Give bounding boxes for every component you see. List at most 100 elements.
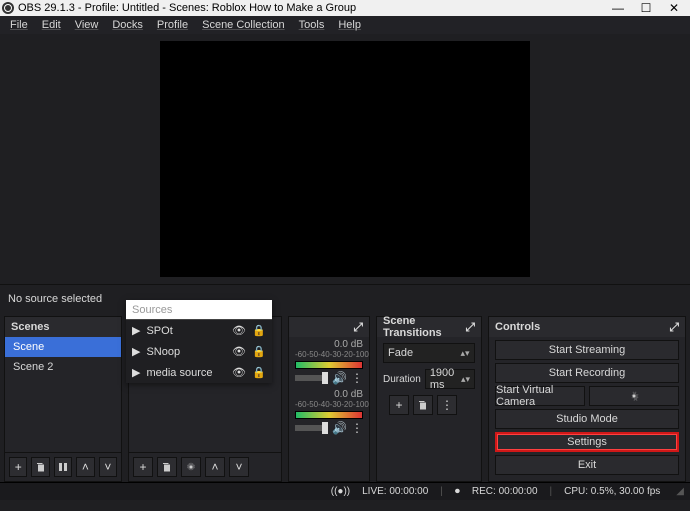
scene-item[interactable]: Scene <box>5 337 121 357</box>
start-streaming-button[interactable]: Start Streaming <box>495 340 679 360</box>
mixer-channel: 0.0 dB -60-50-40-30-20-100 🔊 ⋮ <box>289 337 369 387</box>
scene-add-button[interactable]: + <box>9 457 27 477</box>
resize-grip-icon[interactable]: ◢ <box>676 486 684 497</box>
window-titlebar: OBS 29.1.3 - Profile: Untitled - Scenes:… <box>0 0 690 16</box>
chevron-updown-icon: ▴▾ <box>460 348 470 359</box>
source-name: SPOt <box>146 325 226 337</box>
transitions-header: Scene Transitions ⤢ <box>377 317 481 337</box>
duration-label: Duration <box>383 374 421 385</box>
menu-help[interactable]: Help <box>332 17 367 33</box>
docks-row: Scenes Scene Scene 2 + ˄ ˅ . + ˄ ˅ ⤢ <box>0 312 690 482</box>
rec-time: REC: 00:00:00 <box>472 486 538 497</box>
exit-button[interactable]: Exit <box>495 455 679 475</box>
scenes-header: Scenes <box>5 317 121 337</box>
play-icon: ▶ <box>132 324 140 337</box>
transition-duration-input[interactable]: 1900 ms ▴▾ <box>425 369 475 389</box>
preview-canvas[interactable] <box>160 41 530 277</box>
menu-file[interactable]: File <box>4 17 34 33</box>
settings-button[interactable]: Settings <box>495 432 679 452</box>
menu-tools[interactable]: Tools <box>293 17 331 33</box>
visibility-toggle-icon[interactable]: 👁 <box>232 345 246 358</box>
popout-icon[interactable]: ⤢ <box>465 320 475 335</box>
minimize-button[interactable]: — <box>604 1 632 15</box>
mute-icon[interactable]: 🔊 <box>332 421 347 435</box>
scene-remove-button[interactable] <box>31 457 49 477</box>
duration-value: 1900 ms <box>430 367 461 391</box>
scenes-title: Scenes <box>11 321 50 333</box>
audio-mixer-dock: ⤢ 0.0 dB -60-50-40-30-20-100 🔊 ⋮ 0.0 dB … <box>288 316 370 482</box>
menu-docks[interactable]: Docks <box>106 17 149 33</box>
scene-up-button[interactable]: ˄ <box>76 457 94 477</box>
window-title: OBS 29.1.3 - Profile: Untitled - Scenes:… <box>18 2 356 14</box>
chevron-updown-icon: ▴▾ <box>461 374 470 385</box>
scenes-dock: Scenes Scene Scene 2 + ˄ ˅ <box>4 316 122 482</box>
lock-toggle-icon[interactable]: 🔒 <box>252 366 266 379</box>
transitions-body: Fade ▴▾ Duration 1900 ms ▴▾ + ⋮ <box>377 337 481 481</box>
scene-item[interactable]: Scene 2 <box>5 357 121 377</box>
transition-add-button[interactable]: + <box>389 395 409 415</box>
menu-edit[interactable]: Edit <box>36 17 67 33</box>
sources-list: ▶ SPOt 👁 🔒 ▶ SNoop 👁 🔒 ▶ media source 👁 … <box>126 320 272 383</box>
maximize-button[interactable]: ☐ <box>632 1 660 15</box>
mixer-volume-slider[interactable] <box>295 425 328 431</box>
live-time: LIVE: 00:00:00 <box>362 486 428 497</box>
menu-view[interactable]: View <box>69 17 105 33</box>
scene-down-button[interactable]: ˅ <box>99 457 117 477</box>
broadcast-icon: ((●)) <box>331 486 350 497</box>
studio-mode-button[interactable]: Studio Mode <box>495 409 679 429</box>
preview-status-row: No source selected <box>0 284 690 312</box>
transition-properties-button[interactable]: ⋮ <box>437 395 457 415</box>
mixer-channel: 0.0 dB -60-50-40-30-20-100 🔊 ⋮ <box>289 387 369 437</box>
lock-toggle-icon[interactable]: 🔒 <box>252 324 266 337</box>
scenes-toolbar: + ˄ ˅ <box>5 452 121 481</box>
transition-type-select[interactable]: Fade ▴▾ <box>383 343 475 363</box>
transition-type-value: Fade <box>388 347 413 359</box>
source-add-button[interactable]: + <box>133 457 153 477</box>
start-virtual-camera-button[interactable]: Start Virtual Camera <box>495 386 585 406</box>
sources-placeholder: Sources <box>132 304 172 316</box>
scenes-list: Scene Scene 2 <box>5 337 121 452</box>
mixer-ticks: -60-50-40-30-20-100 <box>295 400 363 409</box>
controls-title: Controls <box>495 321 540 333</box>
mixer-volume-slider[interactable] <box>295 375 328 381</box>
menu-profile[interactable]: Profile <box>151 17 194 33</box>
popout-icon[interactable]: ⤢ <box>669 320 679 335</box>
transitions-dock: Scene Transitions ⤢ Fade ▴▾ Duration 190… <box>376 316 482 482</box>
mixer-db-label: 0.0 dB <box>295 389 363 400</box>
menu-scene-collection[interactable]: Scene Collection <box>196 17 291 33</box>
mixer-menu-icon[interactable]: ⋮ <box>351 421 363 435</box>
controls-body: Start Streaming Start Recording Start Vi… <box>489 337 685 481</box>
source-down-button[interactable]: ˅ <box>229 457 249 477</box>
close-button[interactable]: ✕ <box>660 1 688 15</box>
sources-search-input[interactable]: Sources <box>126 300 272 320</box>
visibility-toggle-icon[interactable]: 👁 <box>232 366 246 379</box>
transitions-title: Scene Transitions <box>383 315 465 339</box>
virtual-camera-settings-button[interactable] <box>589 386 679 406</box>
cpu-fps: CPU: 0.5%, 30.00 fps <box>564 486 660 497</box>
popout-icon[interactable]: ⤢ <box>353 320 363 335</box>
transition-remove-button[interactable] <box>413 395 433 415</box>
source-item[interactable]: ▶ SNoop 👁 🔒 <box>126 341 272 362</box>
start-recording-button[interactable]: Start Recording <box>495 363 679 383</box>
lock-toggle-icon[interactable]: 🔒 <box>252 345 266 358</box>
controls-header: Controls ⤢ <box>489 317 685 337</box>
source-properties-button[interactable] <box>181 457 201 477</box>
mixer-menu-icon[interactable]: ⋮ <box>351 371 363 385</box>
scene-filter-button[interactable] <box>54 457 72 477</box>
source-item[interactable]: ▶ SPOt 👁 🔒 <box>126 320 272 341</box>
mixer-db-label: 0.0 dB <box>295 339 363 350</box>
source-up-button[interactable]: ˄ <box>205 457 225 477</box>
rec-icon: ⏺ <box>455 486 460 497</box>
mixer-body: 0.0 dB -60-50-40-30-20-100 🔊 ⋮ 0.0 dB -6… <box>289 337 369 481</box>
play-icon: ▶ <box>132 366 140 379</box>
sources-dropdown: Sources ▶ SPOt 👁 🔒 ▶ SNoop 👁 🔒 ▶ media s… <box>126 300 272 383</box>
visibility-toggle-icon[interactable]: 👁 <box>232 324 246 337</box>
mixer-header: ⤢ <box>289 317 369 337</box>
obs-logo-icon <box>2 2 14 14</box>
source-item[interactable]: ▶ media source 👁 🔒 <box>126 362 272 383</box>
mute-icon[interactable]: 🔊 <box>332 371 347 385</box>
no-source-label: No source selected <box>8 293 102 305</box>
preview-area <box>0 34 690 284</box>
source-remove-button[interactable] <box>157 457 177 477</box>
mixer-ticks: -60-50-40-30-20-100 <box>295 350 363 359</box>
